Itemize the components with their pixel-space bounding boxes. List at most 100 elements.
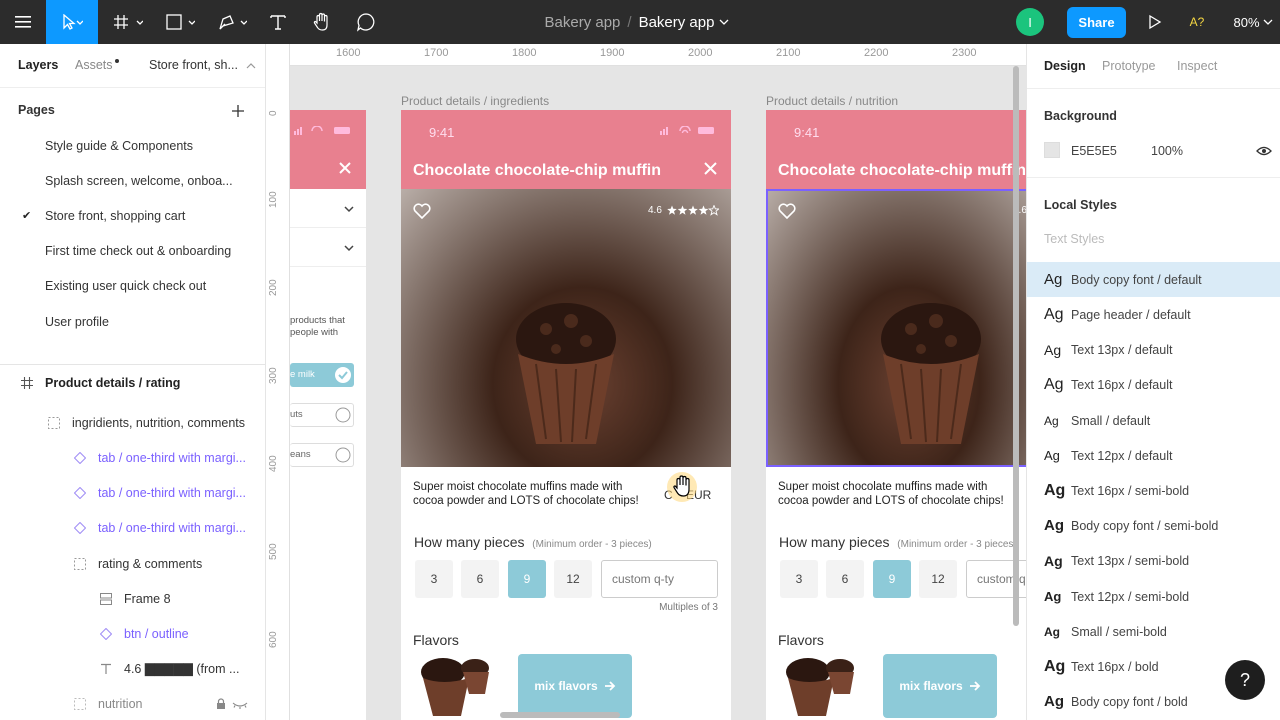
muffin-thumbnail[interactable] xyxy=(778,654,868,718)
horizontal-scrollbar[interactable] xyxy=(500,712,620,718)
qty-option[interactable]: 12 xyxy=(554,560,592,598)
page-item[interactable]: User profile xyxy=(45,315,109,329)
page-item[interactable]: Splash screen, welcome, onboa... xyxy=(45,174,233,188)
frame-label[interactable]: Product details / nutrition xyxy=(766,94,898,108)
move-tool-button[interactable] xyxy=(46,0,98,44)
chip-selected[interactable]: e milk xyxy=(290,363,354,387)
min-order-note: (Minimum order - 3 pieces) xyxy=(532,539,652,550)
muffin-thumbnail[interactable] xyxy=(413,654,503,718)
frame-icon xyxy=(114,15,143,29)
mix-flavors-button[interactable]: mix flavors xyxy=(518,654,632,718)
tab-assets[interactable]: Assets xyxy=(75,58,113,72)
qty-option[interactable]: 6 xyxy=(826,560,864,598)
option-row[interactable]: eans xyxy=(290,443,354,467)
group-icon xyxy=(48,416,60,429)
background-opacity[interactable]: 100% xyxy=(1151,144,1183,158)
qty-option[interactable]: 3 xyxy=(415,560,453,598)
text-style-item[interactable]: Ag Text 13px / semi-bold xyxy=(1027,543,1280,578)
file-name[interactable]: Bakery app xyxy=(639,14,715,31)
avatar[interactable]: I xyxy=(1016,0,1044,44)
text-style-item[interactable]: Ag Text 16px / semi-bold xyxy=(1027,473,1280,508)
layer-item[interactable]: rating & comments xyxy=(0,546,265,581)
text-style-item[interactable]: Ag Text 12px / semi-bold xyxy=(1027,579,1280,614)
text-tool-button[interactable] xyxy=(264,0,292,44)
help-button[interactable]: ? xyxy=(1225,660,1265,700)
frame-label[interactable]: Product details / ingredients xyxy=(401,94,549,108)
layer-item[interactable]: Frame 8 xyxy=(0,581,265,616)
project-name[interactable]: Bakery app xyxy=(545,14,621,31)
zoom-menu[interactable]: 80% xyxy=(1228,0,1278,44)
layer-item[interactable]: ingridients, nutrition, comments xyxy=(0,405,265,440)
layer-item-locked[interactable]: nutrition xyxy=(0,686,265,720)
frame-tool-button[interactable] xyxy=(108,0,148,44)
layer-component[interactable]: tab / one-third with margi... xyxy=(0,510,265,545)
page-item[interactable]: Existing user quick check out xyxy=(45,279,206,293)
layer-component[interactable]: tab / one-third with margi... xyxy=(0,475,265,510)
heart-icon[interactable] xyxy=(413,203,431,219)
text-style-item[interactable]: Ag Body copy font / semi-bold xyxy=(1027,508,1280,543)
tab-design[interactable]: Design xyxy=(1044,59,1086,73)
custom-qty-input[interactable]: custom q-ty xyxy=(601,560,718,598)
text-style-item[interactable]: Ag Page header / default xyxy=(1027,297,1280,332)
close-icon[interactable] xyxy=(339,162,351,174)
background-hex[interactable]: E5E5E5 xyxy=(1071,144,1117,158)
present-button[interactable] xyxy=(1144,0,1166,44)
tab-prototype[interactable]: Prototype xyxy=(1102,59,1156,73)
hand-tool-button[interactable] xyxy=(308,0,336,44)
accessibility-button[interactable]: A? xyxy=(1184,0,1210,44)
share-button[interactable]: Share xyxy=(1067,7,1126,38)
layer-component[interactable]: btn / outline xyxy=(0,616,265,651)
text-style-item[interactable]: Ag Text 13px / default xyxy=(1027,332,1280,367)
group-icon xyxy=(74,697,86,710)
hidden-eye-icon[interactable] xyxy=(232,698,248,710)
text-style-item[interactable]: Ag Small / default xyxy=(1027,403,1280,438)
option-row[interactable]: uts xyxy=(290,403,354,427)
text-style-item[interactable]: Ag Text 12px / default xyxy=(1027,438,1280,473)
canvas[interactable]: 1600 1700 1800 1900 2000 2100 2200 2300 … xyxy=(266,44,1026,720)
flavors-label: Flavors xyxy=(778,632,824,648)
add-page-icon[interactable] xyxy=(231,104,245,118)
frame-product-ingredients[interactable]: 9:41 Chocolate chocolate-chip muffin 4.6… xyxy=(401,110,731,720)
type-sample-icon: Ag xyxy=(1044,481,1066,499)
background-swatch[interactable] xyxy=(1044,142,1060,158)
qty-option-selected[interactable]: 9 xyxy=(508,560,546,598)
page-item[interactable]: First time check out & onboarding xyxy=(45,244,231,258)
pen-tool-button[interactable] xyxy=(212,0,252,44)
chevron-up-icon[interactable] xyxy=(246,62,256,70)
product-description: Super moist chocolate muffins made with … xyxy=(413,481,639,507)
text-style-item[interactable]: Ag Small / semi-bold xyxy=(1027,614,1280,649)
layer-component[interactable]: tab / one-third with margi... xyxy=(0,440,265,475)
page-item-current[interactable]: Store front, shopping cart xyxy=(45,209,185,223)
lock-icon[interactable] xyxy=(216,697,226,710)
eye-icon[interactable] xyxy=(1256,145,1272,157)
tab-layers[interactable]: Layers xyxy=(18,58,58,72)
tab-inspect[interactable]: Inspect xyxy=(1177,59,1217,73)
hamburger-icon xyxy=(15,16,31,28)
layer-text[interactable]: 4.6 ▇▇▇▇▇ (from ... xyxy=(0,651,265,686)
vertical-scrollbar[interactable] xyxy=(1013,66,1019,626)
rating-value: 4.6 xyxy=(648,205,662,216)
page-selector[interactable]: Store front, sh... xyxy=(149,58,238,72)
partial-frame[interactable]: products that people with e milk uts ean… xyxy=(290,110,366,720)
qty-option[interactable]: 6 xyxy=(461,560,499,598)
qty-option-selected[interactable]: 9 xyxy=(873,560,911,598)
dropdown-row[interactable] xyxy=(290,189,366,228)
component-instance-icon xyxy=(74,486,86,499)
layer-frame[interactable]: Product details / rating xyxy=(0,365,265,400)
text-style-item[interactable]: Ag Body copy font / default xyxy=(1027,262,1280,297)
dropdown-row[interactable] xyxy=(290,228,366,267)
text-style-item[interactable]: Ag Text 16px / default xyxy=(1027,367,1280,402)
qty-option[interactable]: 12 xyxy=(919,560,957,598)
shape-tool-button[interactable] xyxy=(160,0,200,44)
main-menu-button[interactable] xyxy=(0,0,46,44)
component-instance-icon xyxy=(74,521,86,534)
chevron-down-icon[interactable] xyxy=(718,17,730,27)
qty-option[interactable]: 3 xyxy=(780,560,818,598)
status-time: 9:41 xyxy=(429,125,455,140)
frame-product-nutrition[interactable]: 9:41 Chocolate chocolate-chip muffin 4.6… xyxy=(766,110,1026,720)
mix-flavors-button[interactable]: mix flavors xyxy=(883,654,997,718)
page-item[interactable]: Style guide & Components xyxy=(45,139,193,153)
chevron-down-icon xyxy=(344,245,354,252)
close-icon[interactable] xyxy=(704,162,717,175)
comment-tool-button[interactable] xyxy=(352,0,380,44)
